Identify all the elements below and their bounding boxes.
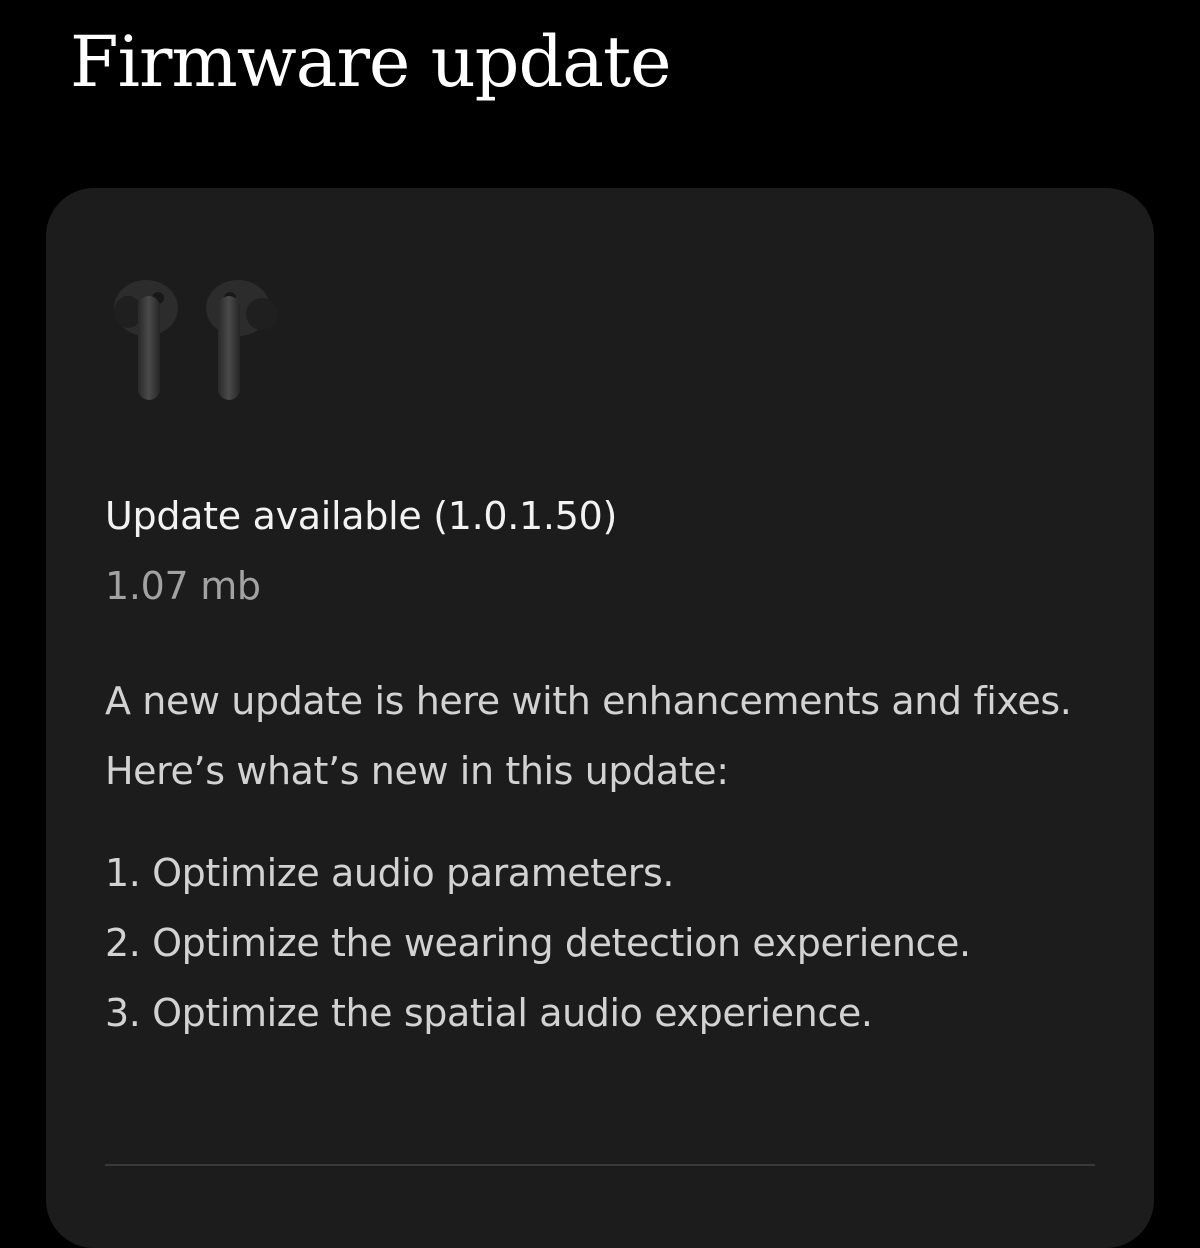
changelog-item: 1. Optimize audio parameters. [105,851,675,895]
update-size: 1.07 mb [105,564,261,608]
changelog-item: 3. Optimize the spatial audio experience… [105,991,873,1035]
update-title: Update available (1.0.1.50) [105,494,617,538]
update-description: A new update is here with enhancements a… [105,679,1072,793]
divider [105,1164,1095,1166]
page-title: Firmware update [70,21,672,103]
left-earbud [114,280,178,400]
changelog-list: 1. Optimize audio parameters. 2. Optimiz… [105,838,1005,1048]
changelog-item: 2. Optimize the wearing detection experi… [105,921,971,965]
right-earbud [206,280,278,400]
earbuds-icon [114,280,278,400]
